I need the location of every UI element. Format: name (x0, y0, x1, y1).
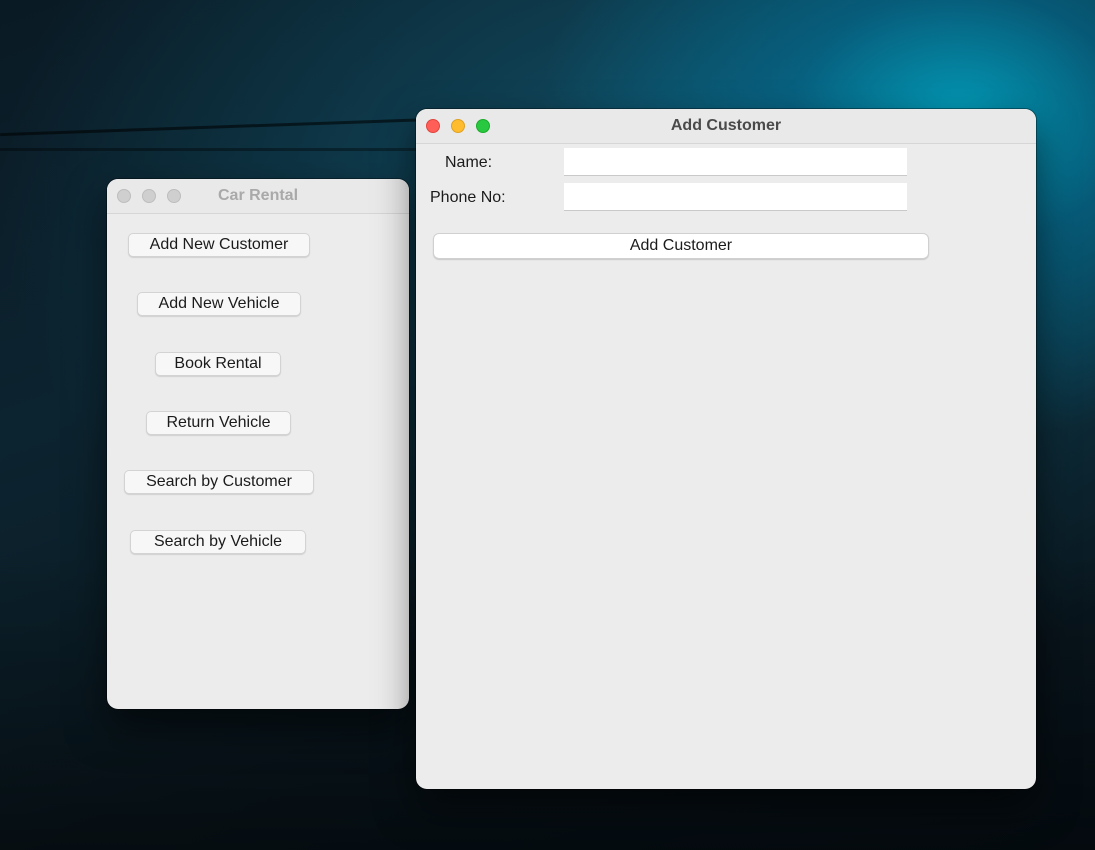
add-customer-button[interactable]: Add Customer (433, 233, 929, 259)
book-rental-button[interactable]: Book Rental (155, 352, 281, 376)
return-vehicle-button[interactable]: Return Vehicle (146, 411, 291, 435)
desktop: Car Rental Add New Customer Add New Vehi… (0, 0, 1095, 850)
add-customer-titlebar[interactable]: Add Customer (416, 109, 1036, 144)
search-by-vehicle-button[interactable]: Search by Vehicle (130, 530, 306, 554)
wallpaper-detail (0, 148, 420, 151)
phone-field[interactable] (564, 183, 907, 211)
name-label: Name: (445, 154, 493, 171)
phone-label: Phone No: (430, 189, 506, 206)
add-new-vehicle-button[interactable]: Add New Vehicle (137, 292, 301, 316)
add-new-customer-button[interactable]: Add New Customer (128, 233, 310, 257)
add-customer-window: Add Customer Name: Phone No: Add Custome… (416, 109, 1036, 789)
window-title: Car Rental (217, 187, 299, 204)
search-by-customer-button[interactable]: Search by Customer (124, 470, 314, 494)
name-field[interactable] (564, 148, 907, 176)
car-rental-titlebar[interactable]: Car Rental (107, 179, 409, 214)
window-title: Add Customer (670, 117, 782, 134)
car-rental-window: Car Rental Add New Customer Add New Vehi… (107, 179, 409, 709)
